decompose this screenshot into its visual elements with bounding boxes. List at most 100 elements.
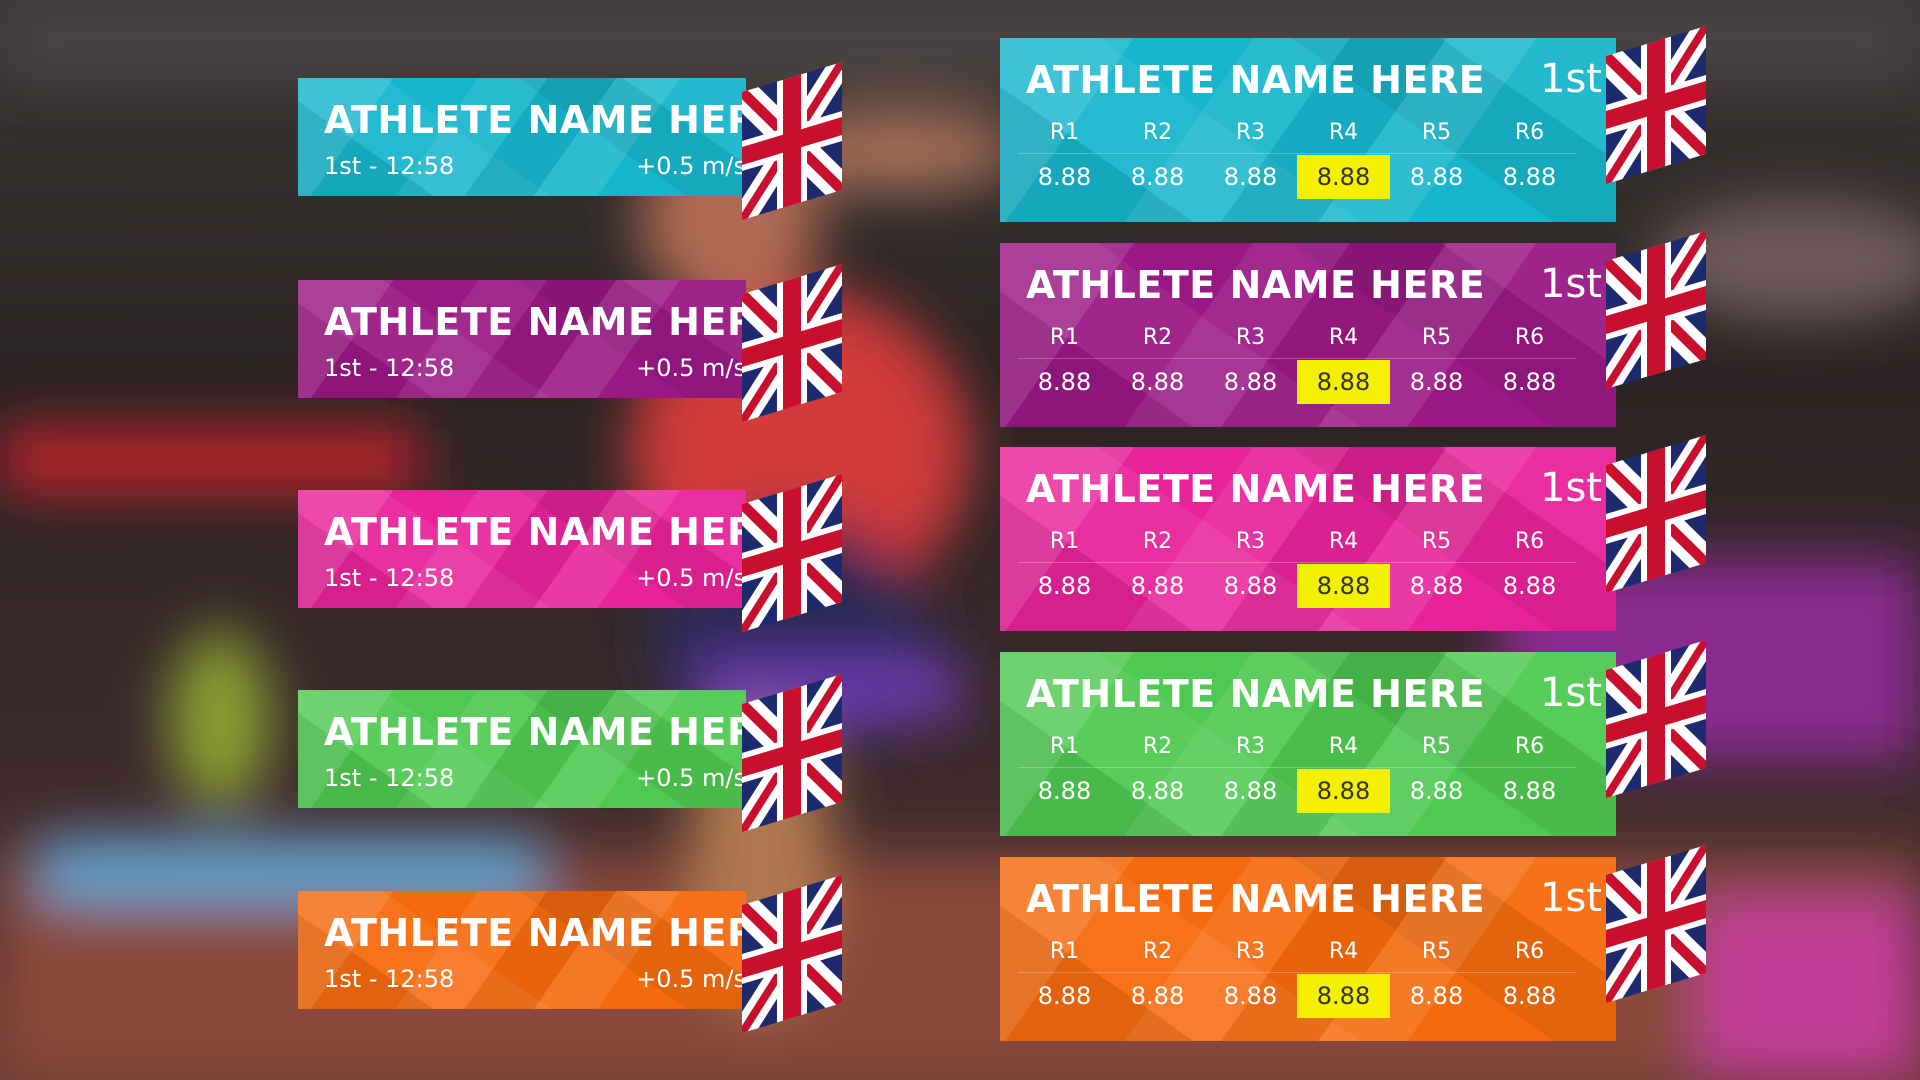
round-value: 8.88 — [1037, 982, 1092, 1010]
round-column-highlighted: R4 8.88 — [1297, 932, 1390, 1018]
round-value: 8.88 — [1130, 368, 1185, 396]
best-round-value: 8.88 — [1297, 360, 1390, 404]
union-jack-flag-icon — [1606, 435, 1706, 593]
round-header: R4 — [1297, 522, 1390, 563]
athlete-card-results-4: ATHLETE NAME HERE 1st R1 8.88 R2 8.88 R3 8.… — [1000, 652, 1706, 836]
round-value: 8.88 — [1223, 777, 1278, 805]
round-header: R3 — [1204, 932, 1297, 973]
athlete-card-small-3: ATHLETE NAME HERE 1st - 12:58 +0.5 m/s — [298, 490, 858, 608]
best-round-value: 8.88 — [1297, 155, 1390, 199]
round-value: 8.88 — [1409, 982, 1464, 1010]
wind-speed: +0.5 m/s — [636, 965, 746, 993]
rank-label: 1st — [1540, 465, 1602, 511]
round-header: R1 — [1018, 932, 1111, 973]
round-value: 8.88 — [1502, 777, 1557, 805]
round-value: 8.88 — [1409, 163, 1464, 191]
round-header: R3 — [1204, 318, 1297, 359]
rounds-table: R1 8.88 R2 8.88 R3 8.88 R4 8.88 R5 8.88 R6 8.8… — [1018, 522, 1578, 608]
athlete-name: ATHLETE NAME HERE — [1026, 263, 1486, 307]
rank-label: 1st — [1540, 56, 1602, 102]
round-value: 8.88 — [1502, 982, 1557, 1010]
athlete-card-results-1: ATHLETE NAME HERE 1st R1 8.88 R2 8.88 R3 8.… — [1000, 38, 1706, 222]
union-jack-flag-icon — [742, 674, 842, 832]
round-header: R3 — [1204, 113, 1297, 154]
athlete-card-results-5: ATHLETE NAME HERE 1st R1 8.88 R2 8.88 R3 8.… — [1000, 857, 1706, 1041]
round-column: R3 8.88 — [1204, 727, 1297, 813]
round-column: R1 8.88 — [1018, 932, 1111, 1018]
union-jack-flag-icon — [742, 875, 842, 1033]
round-column-highlighted: R4 8.88 — [1297, 727, 1390, 813]
round-header: R5 — [1390, 522, 1483, 563]
round-header: R5 — [1390, 113, 1483, 154]
round-header: R4 — [1297, 318, 1390, 359]
round-header: R6 — [1483, 318, 1576, 359]
athlete-card-small-5: ATHLETE NAME HERE 1st - 12:58 +0.5 m/s — [298, 891, 858, 1009]
round-value: 8.88 — [1502, 163, 1557, 191]
round-column: R3 8.88 — [1204, 522, 1297, 608]
position-time: 1st - 12:58 — [324, 152, 455, 180]
wind-speed: +0.5 m/s — [636, 764, 746, 792]
round-value: 8.88 — [1037, 163, 1092, 191]
round-value: 8.88 — [1223, 368, 1278, 396]
round-value: 8.88 — [1130, 777, 1185, 805]
round-column: R3 8.88 — [1204, 113, 1297, 199]
round-header: R2 — [1111, 318, 1204, 359]
round-column: R2 8.88 — [1111, 727, 1204, 813]
round-column: R2 8.88 — [1111, 932, 1204, 1018]
round-column: R1 8.88 — [1018, 318, 1111, 404]
round-value: 8.88 — [1130, 982, 1185, 1010]
athlete-name: ATHLETE NAME HERE — [324, 710, 784, 754]
rounds-table: R1 8.88 R2 8.88 R3 8.88 R4 8.88 R5 8.88 R6 8.8… — [1018, 113, 1578, 199]
round-header: R2 — [1111, 932, 1204, 973]
round-value: 8.88 — [1037, 777, 1092, 805]
rounds-table: R1 8.88 R2 8.88 R3 8.88 R4 8.88 R5 8.88 R6 8.8… — [1018, 727, 1578, 813]
round-column: R1 8.88 — [1018, 727, 1111, 813]
round-column: R5 8.88 — [1390, 727, 1483, 813]
round-column: R5 8.88 — [1390, 932, 1483, 1018]
athlete-name: ATHLETE NAME HERE — [324, 98, 784, 142]
round-column: R6 8.88 — [1483, 522, 1576, 608]
round-header: R5 — [1390, 727, 1483, 768]
rank-label: 1st — [1540, 670, 1602, 716]
athlete-name: ATHLETE NAME HERE — [1026, 672, 1486, 716]
round-header: R1 — [1018, 522, 1111, 563]
round-value: 8.88 — [1223, 572, 1278, 600]
round-value: 8.88 — [1223, 163, 1278, 191]
round-header: R1 — [1018, 318, 1111, 359]
round-value: 8.88 — [1502, 368, 1557, 396]
round-column: R2 8.88 — [1111, 318, 1204, 404]
position-time: 1st - 12:58 — [324, 564, 455, 592]
round-value: 8.88 — [1409, 777, 1464, 805]
round-column: R6 8.88 — [1483, 727, 1576, 813]
round-value: 8.88 — [1130, 163, 1185, 191]
round-column-highlighted: R4 8.88 — [1297, 318, 1390, 404]
rank-label: 1st — [1540, 261, 1602, 307]
round-column: R5 8.88 — [1390, 318, 1483, 404]
athlete-name: ATHLETE NAME HERE — [1026, 467, 1486, 511]
round-header: R4 — [1297, 727, 1390, 768]
round-value: 8.88 — [1037, 368, 1092, 396]
position-time: 1st - 12:58 — [324, 354, 455, 382]
round-value: 8.88 — [1502, 572, 1557, 600]
round-column: R1 8.88 — [1018, 113, 1111, 199]
round-column: R5 8.88 — [1390, 113, 1483, 199]
round-column-highlighted: R4 8.88 — [1297, 522, 1390, 608]
round-column: R2 8.88 — [1111, 522, 1204, 608]
round-column: R6 8.88 — [1483, 932, 1576, 1018]
round-column: R1 8.88 — [1018, 522, 1111, 608]
wind-speed: +0.5 m/s — [636, 354, 746, 382]
round-header: R2 — [1111, 727, 1204, 768]
round-value: 8.88 — [1037, 572, 1092, 600]
union-jack-flag-icon — [1606, 26, 1706, 184]
round-header: R2 — [1111, 113, 1204, 154]
union-jack-flag-icon — [1606, 845, 1706, 1003]
athlete-card-small-1: ATHLETE NAME HERE 1st - 12:58 +0.5 m/s — [298, 78, 858, 196]
round-header: R6 — [1483, 522, 1576, 563]
round-header: R1 — [1018, 113, 1111, 154]
wind-speed: +0.5 m/s — [636, 152, 746, 180]
rounds-table: R1 8.88 R2 8.88 R3 8.88 R4 8.88 R5 8.88 R6 8.8… — [1018, 318, 1578, 404]
round-value: 8.88 — [1130, 572, 1185, 600]
round-column: R6 8.88 — [1483, 318, 1576, 404]
athlete-name: ATHLETE NAME HERE — [324, 300, 784, 344]
round-value: 8.88 — [1409, 572, 1464, 600]
